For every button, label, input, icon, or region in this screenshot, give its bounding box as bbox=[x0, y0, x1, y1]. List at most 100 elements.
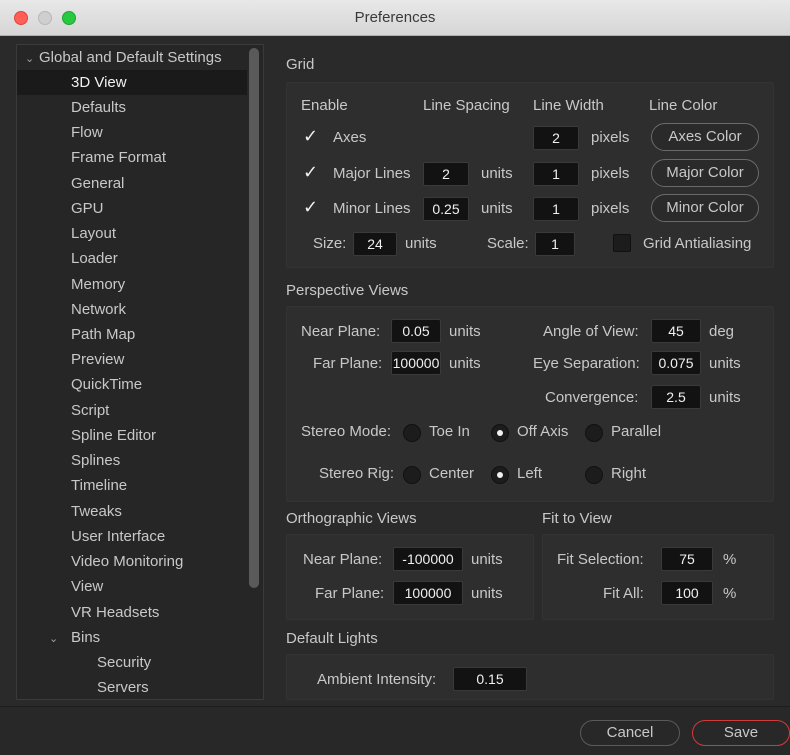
persp-near-label: Near Plane: bbox=[301, 323, 381, 340]
fit-all-input[interactable]: 100 bbox=[661, 581, 713, 605]
stereo-mode-parallel-radio[interactable] bbox=[585, 424, 603, 442]
tree-item-user-interface[interactable]: User Interface bbox=[17, 524, 247, 549]
stereo-mode-toe-in-radio[interactable] bbox=[403, 424, 421, 442]
ambient-intensity-label: Ambient Intensity: bbox=[317, 671, 437, 688]
tree-item-layout[interactable]: Layout bbox=[17, 221, 247, 246]
tree-item-servers[interactable]: Servers bbox=[17, 675, 247, 699]
ambient-intensity-input[interactable]: 0.15 bbox=[453, 667, 527, 691]
convergence-unit: units bbox=[709, 389, 741, 406]
grid-panel: Enable Line Spacing Line Width Line Colo… bbox=[286, 82, 774, 268]
fit-to-view-panel: Fit Selection: 75 % Fit All: 100 % bbox=[542, 534, 774, 620]
orthographic-section-title: Orthographic Views bbox=[286, 510, 417, 527]
axes-checkbox[interactable]: ✓ bbox=[301, 126, 319, 147]
perspective-section-title: Perspective Views bbox=[286, 282, 409, 299]
tree-item-global-and-default-settings[interactable]: ⌄ Global and Default Settings bbox=[17, 45, 247, 70]
tree-item-spline-editor[interactable]: Spline Editor bbox=[17, 423, 247, 448]
major-width-unit: pixels bbox=[591, 165, 630, 182]
minor-width-input[interactable]: 1 bbox=[533, 197, 579, 221]
tree-item-security[interactable]: Security bbox=[17, 650, 247, 675]
line-spacing-header: Line Spacing bbox=[423, 97, 510, 114]
minor-color-button[interactable]: Minor Color bbox=[651, 194, 759, 222]
tree-item-view[interactable]: View bbox=[17, 574, 247, 599]
window-title: Preferences bbox=[354, 9, 436, 26]
grid-antialiasing-checkbox[interactable] bbox=[613, 234, 631, 252]
stereo-rig-right-label: Right bbox=[611, 465, 647, 482]
cancel-button[interactable]: Cancel bbox=[580, 720, 680, 746]
ortho-far-input[interactable]: 100000 bbox=[393, 581, 463, 605]
checkmark-icon: ✓ bbox=[303, 162, 319, 182]
eye-separation-input[interactable]: 0.075 bbox=[651, 351, 701, 375]
chevron-down-icon[interactable]: ⌄ bbox=[49, 627, 63, 652]
tree-item-splines[interactable]: Splines bbox=[17, 448, 247, 473]
minor-lines-checkbox[interactable]: ✓ bbox=[301, 197, 319, 218]
tree-item-bins[interactable]: ⌄ Bins bbox=[17, 625, 247, 650]
ortho-near-input[interactable]: -100000 bbox=[393, 547, 463, 571]
tree-item-flow[interactable]: Flow bbox=[17, 120, 247, 145]
axes-color-button[interactable]: Axes Color bbox=[651, 123, 759, 151]
save-button[interactable]: Save bbox=[692, 720, 790, 746]
default-lights-panel: Ambient Intensity: 0.15 bbox=[286, 654, 774, 700]
line-width-header: Line Width bbox=[533, 97, 604, 114]
major-color-button[interactable]: Major Color bbox=[651, 159, 759, 187]
tree-item-timeline[interactable]: Timeline bbox=[17, 473, 247, 498]
chevron-down-icon[interactable]: ⌄ bbox=[25, 47, 39, 72]
preferences-content: Grid Enable Line Spacing Line Width Line… bbox=[272, 44, 790, 700]
major-width-input[interactable]: 1 bbox=[533, 162, 579, 186]
ortho-near-unit: units bbox=[471, 551, 503, 568]
persp-near-input[interactable]: 0.05 bbox=[391, 319, 441, 343]
tree-item-script[interactable]: Script bbox=[17, 398, 247, 423]
fit-all-unit: % bbox=[723, 585, 737, 602]
tree-item-preview[interactable]: Preview bbox=[17, 347, 247, 372]
stereo-mode-off-axis-radio[interactable] bbox=[491, 424, 509, 442]
checkmark-icon: ✓ bbox=[303, 126, 319, 146]
persp-far-input[interactable]: 100000 bbox=[391, 351, 441, 375]
tree-item-3d-view[interactable]: 3D View bbox=[17, 70, 247, 95]
fit-selection-unit: % bbox=[723, 551, 737, 568]
orthographic-panel: Near Plane: -100000 units Far Plane: 100… bbox=[286, 534, 534, 620]
stereo-rig-center-radio[interactable] bbox=[403, 466, 421, 484]
grid-antialiasing-label: Grid Antialiasing bbox=[643, 235, 752, 252]
tree-item-gpu[interactable]: GPU bbox=[17, 196, 247, 221]
tree-item-quicktime[interactable]: QuickTime bbox=[17, 372, 247, 397]
minor-spacing-input[interactable]: 0.25 bbox=[423, 197, 469, 221]
stereo-rig-right-radio[interactable] bbox=[585, 466, 603, 484]
tree-item-tweaks[interactable]: Tweaks bbox=[17, 499, 247, 524]
persp-far-unit: units bbox=[449, 355, 481, 372]
tree-item-memory[interactable]: Memory bbox=[17, 272, 247, 297]
tree-item-loader[interactable]: Loader bbox=[17, 246, 247, 271]
tree-item-frame-format[interactable]: Frame Format bbox=[17, 145, 247, 170]
line-color-header: Line Color bbox=[649, 97, 718, 114]
tree-item-video-monitoring[interactable]: Video Monitoring bbox=[17, 549, 247, 574]
sidebar-scrollbar[interactable] bbox=[249, 48, 259, 588]
angle-of-view-input[interactable]: 45 bbox=[651, 319, 701, 343]
axes-width-input[interactable]: 2 bbox=[533, 126, 579, 150]
tree-item-network[interactable]: Network bbox=[17, 297, 247, 322]
tree-item-vr-headsets[interactable]: VR Headsets bbox=[17, 600, 247, 625]
major-spacing-unit: units bbox=[481, 165, 513, 182]
size-unit: units bbox=[405, 235, 437, 252]
axes-label: Axes bbox=[333, 129, 367, 146]
grid-section-title: Grid bbox=[286, 56, 315, 73]
fit-selection-label: Fit Selection: bbox=[557, 551, 644, 568]
fit-selection-input[interactable]: 75 bbox=[661, 547, 713, 571]
tree-item-label: Bins bbox=[71, 629, 101, 646]
major-lines-checkbox[interactable]: ✓ bbox=[301, 162, 319, 183]
tree-item-path-map[interactable]: Path Map bbox=[17, 322, 247, 347]
fit-to-view-section-title: Fit to View bbox=[542, 510, 612, 527]
eye-separation-unit: units bbox=[709, 355, 741, 372]
size-input[interactable]: 24 bbox=[353, 232, 397, 256]
eye-separation-label: Eye Separation: bbox=[533, 355, 640, 372]
major-spacing-input[interactable]: 2 bbox=[423, 162, 469, 186]
scale-input[interactable]: 1 bbox=[535, 232, 575, 256]
title-bar: Preferences bbox=[0, 0, 790, 36]
stereo-rig-label: Stereo Rig: bbox=[319, 465, 395, 482]
stereo-rig-left-radio[interactable] bbox=[491, 466, 509, 484]
checkmark-icon: ✓ bbox=[303, 197, 319, 217]
minor-lines-label: Minor Lines bbox=[333, 200, 411, 217]
persp-far-label: Far Plane: bbox=[313, 355, 383, 372]
tree-item-general[interactable]: General bbox=[17, 171, 247, 196]
stereo-rig-left-label: Left bbox=[517, 465, 543, 482]
convergence-input[interactable]: 2.5 bbox=[651, 385, 701, 409]
tree-item-defaults[interactable]: Defaults bbox=[17, 95, 247, 120]
persp-near-unit: units bbox=[449, 323, 481, 340]
